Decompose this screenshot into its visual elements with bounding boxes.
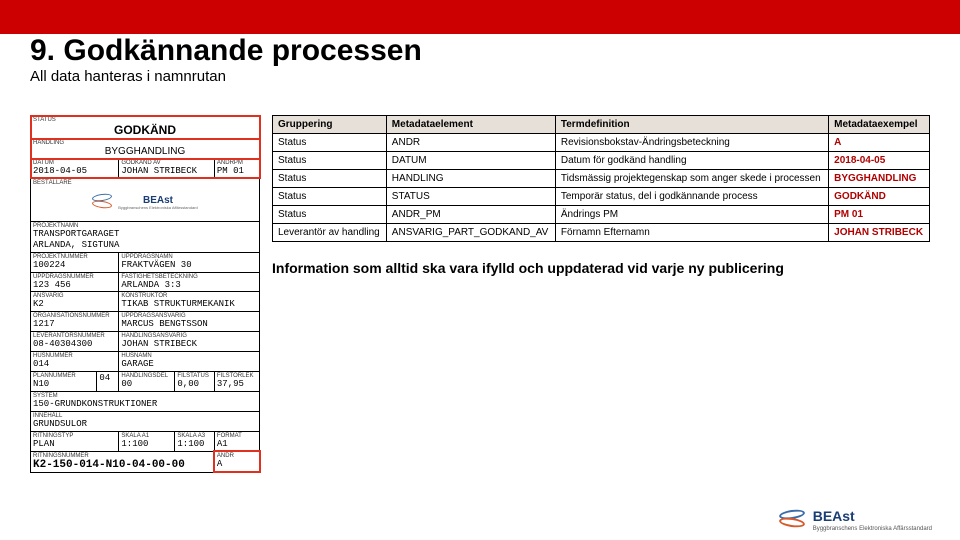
table-row: StatusANDR_PMÄndrings PMPM 01 — [273, 206, 930, 224]
drawing-titleblock: STATUSGODKÄND HANDLINGBYGGHANDLING DATUM… — [30, 115, 260, 473]
metadata-table: Gruppering Metadataelement Termdefinitio… — [272, 115, 930, 242]
slide-title: 9. Godkännande processen — [30, 34, 930, 68]
col-element: Metadataelement — [386, 116, 555, 134]
beast-logo: BEAstByggbranschens Elektroniska Affärss… — [33, 186, 257, 220]
col-gruppering: Gruppering — [273, 116, 387, 134]
table-row: StatusANDRRevisionsbokstav-Ändringsbetec… — [273, 134, 930, 152]
info-text: Information som alltid ska vara ifylld o… — [272, 260, 930, 276]
table-row: StatusSTATUSTemporär status, del i godkä… — [273, 188, 930, 206]
beast-icon — [777, 508, 807, 532]
footer-logo: BEAstByggbranschens Elektroniska Affärss… — [777, 508, 932, 532]
table-row: Leverantör av handlingANSVARIG_PART_GODK… — [273, 224, 930, 242]
col-termdef: Termdefinition — [555, 116, 828, 134]
table-row: StatusHANDLINGTidsmässig projektegenskap… — [273, 170, 930, 188]
col-exempel: Metadataexempel — [829, 116, 930, 134]
slide-subtitle: All data hanteras i namnrutan — [30, 68, 930, 85]
table-row: StatusDATUMDatum för godkänd handling201… — [273, 152, 930, 170]
main-content: STATUSGODKÄND HANDLINGBYGGHANDLING DATUM… — [0, 95, 960, 473]
metadata-panel: Gruppering Metadataelement Termdefinitio… — [272, 115, 930, 473]
slide-header: 9. Godkännande processen All data hanter… — [0, 0, 960, 95]
